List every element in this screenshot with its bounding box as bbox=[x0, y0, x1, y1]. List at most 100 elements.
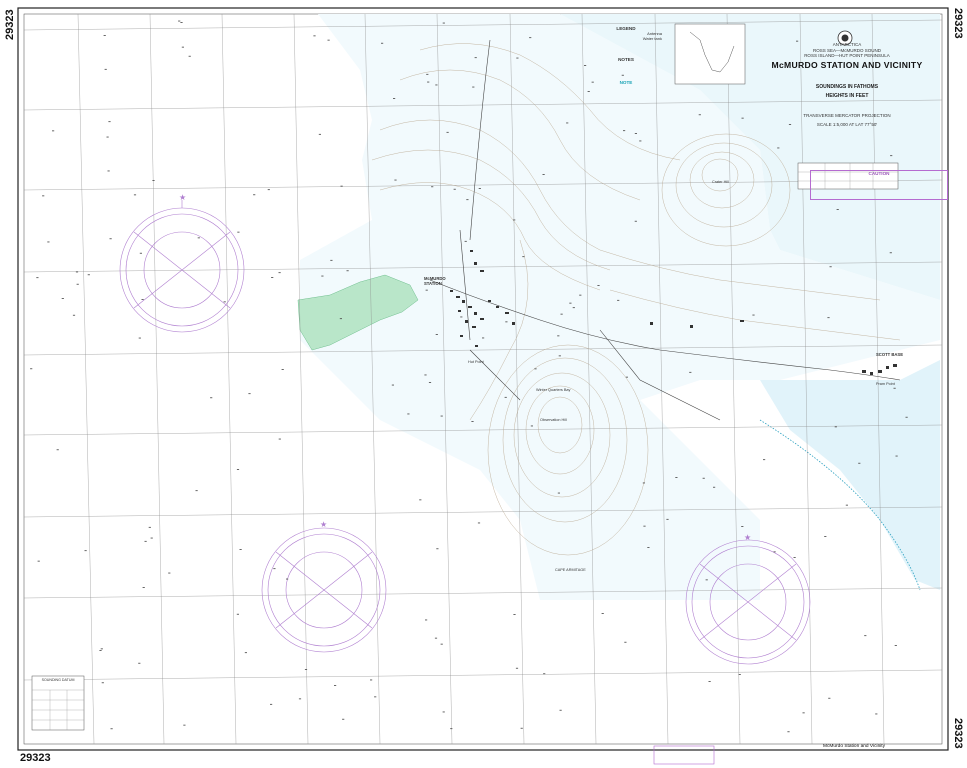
sounding-mark bbox=[741, 117, 744, 119]
sounding-mark bbox=[905, 416, 908, 418]
sounding-mark bbox=[543, 673, 546, 675]
compass-rose-1 bbox=[119, 200, 245, 333]
sounding-mark bbox=[281, 369, 284, 370]
sounding-mark bbox=[340, 185, 343, 187]
sounding-mark bbox=[298, 698, 302, 700]
compass-star-1: ★ bbox=[179, 193, 186, 202]
sounding-mark bbox=[482, 337, 485, 339]
chart-title-small: McMurdo Station and Vicinity bbox=[823, 744, 886, 749]
sounding-mark bbox=[460, 316, 463, 318]
sounding-mark bbox=[802, 712, 805, 714]
sounding-mark bbox=[442, 711, 445, 713]
sounding-mark bbox=[440, 643, 443, 645]
sounding-mark bbox=[741, 526, 744, 527]
sounding-mark bbox=[522, 256, 525, 258]
sounding-mark bbox=[643, 525, 646, 527]
sounding-mark bbox=[327, 39, 330, 41]
sounding-mark bbox=[425, 289, 428, 291]
sounding-mark bbox=[834, 426, 837, 428]
sounding-mark bbox=[181, 46, 184, 48]
sounding-mark bbox=[346, 270, 349, 272]
projection: TRANSVERSE MERCATOR PROJECTION bbox=[803, 112, 891, 118]
heights-unit: HEIGHTS IN FEET bbox=[825, 92, 869, 99]
sounding-mark bbox=[236, 469, 240, 470]
sounding-mark bbox=[108, 121, 111, 123]
sounding-mark bbox=[515, 667, 519, 669]
sounding-mark bbox=[639, 140, 642, 142]
sounding-mark bbox=[138, 337, 141, 339]
chart-number-top-right: 29323 bbox=[952, 8, 964, 39]
sounding-mark bbox=[557, 335, 560, 337]
sounding-mark bbox=[569, 302, 572, 304]
sounding-mark bbox=[313, 35, 316, 37]
sounding-mark bbox=[689, 371, 692, 373]
cape-armitage-label: CAPE ARMITAGE bbox=[555, 568, 586, 572]
index-map-box bbox=[674, 23, 746, 85]
bottom-caution-box bbox=[653, 745, 715, 765]
sounding-mark bbox=[141, 299, 144, 300]
sounding-mark bbox=[72, 314, 76, 316]
sounding-mark bbox=[845, 504, 848, 506]
sounding-mark bbox=[138, 662, 141, 664]
sounding-mark bbox=[793, 557, 796, 558]
sounding-mark bbox=[244, 652, 247, 654]
sounding-mark bbox=[393, 98, 396, 99]
sounding-mark bbox=[450, 728, 453, 730]
sounding-mark bbox=[103, 35, 106, 36]
sounding-mark bbox=[394, 179, 397, 181]
sounding-mark bbox=[168, 572, 171, 574]
sounding-mark bbox=[705, 579, 708, 581]
sounding-mark bbox=[513, 614, 516, 615]
sounding-mark bbox=[504, 396, 507, 398]
sounding-mark bbox=[442, 22, 445, 24]
compass-star-3: ★ bbox=[744, 533, 751, 542]
sounding-mark bbox=[647, 547, 650, 548]
sounding-mark bbox=[100, 648, 103, 650]
sounding-mark bbox=[109, 238, 112, 240]
sounding-mark bbox=[37, 560, 40, 562]
sounding-mark bbox=[440, 415, 443, 417]
observation-hill-label: Observation Hill bbox=[540, 418, 567, 422]
sounding-mark bbox=[894, 645, 897, 646]
sounding-mark bbox=[435, 84, 438, 86]
sounding-mark bbox=[534, 368, 537, 370]
sounding-mark bbox=[713, 486, 716, 488]
sounding-mark bbox=[267, 189, 270, 191]
sounding-mark bbox=[558, 355, 561, 357]
sounding-mark bbox=[505, 321, 508, 323]
sounding-mark bbox=[239, 549, 242, 550]
sounding-mark bbox=[617, 299, 620, 301]
sounding-mark bbox=[557, 492, 560, 494]
caution-box: CAUTION bbox=[810, 170, 948, 200]
sounding-mark bbox=[407, 413, 410, 415]
sounding-mark bbox=[87, 274, 90, 276]
sounding-mark bbox=[61, 298, 64, 299]
sounding-mark bbox=[330, 259, 333, 261]
sounding-mark bbox=[36, 277, 39, 279]
sounding-mark bbox=[708, 681, 711, 682]
sounding-mark bbox=[530, 425, 533, 427]
sounding-mark bbox=[579, 294, 582, 296]
sounding-mark bbox=[188, 55, 191, 57]
sounding-mark bbox=[875, 713, 878, 715]
sounding-mark bbox=[560, 313, 563, 315]
sounding-mark bbox=[773, 551, 776, 553]
sounding-mark bbox=[675, 477, 678, 478]
sounding-mark bbox=[634, 220, 637, 222]
sounding-mark bbox=[828, 697, 831, 699]
sounding-mark bbox=[152, 180, 155, 181]
sounding-mark bbox=[223, 301, 226, 303]
sounding-mark bbox=[642, 482, 645, 484]
sounding-mark bbox=[321, 275, 324, 277]
sounding-mark bbox=[513, 219, 516, 221]
station-label: McMURDO STATION bbox=[424, 276, 446, 286]
sounding-mark bbox=[286, 578, 289, 580]
sounding-mark bbox=[434, 637, 438, 639]
sounding-mark bbox=[195, 490, 198, 492]
sounding-mark bbox=[584, 65, 587, 66]
sounding-mark bbox=[42, 195, 45, 197]
legend-item-water-tank: Water tank bbox=[642, 36, 662, 41]
tide-table-heading: SOUNDING DATUM bbox=[41, 678, 75, 682]
sounding-mark bbox=[278, 272, 281, 274]
sounding-mark bbox=[104, 68, 107, 70]
